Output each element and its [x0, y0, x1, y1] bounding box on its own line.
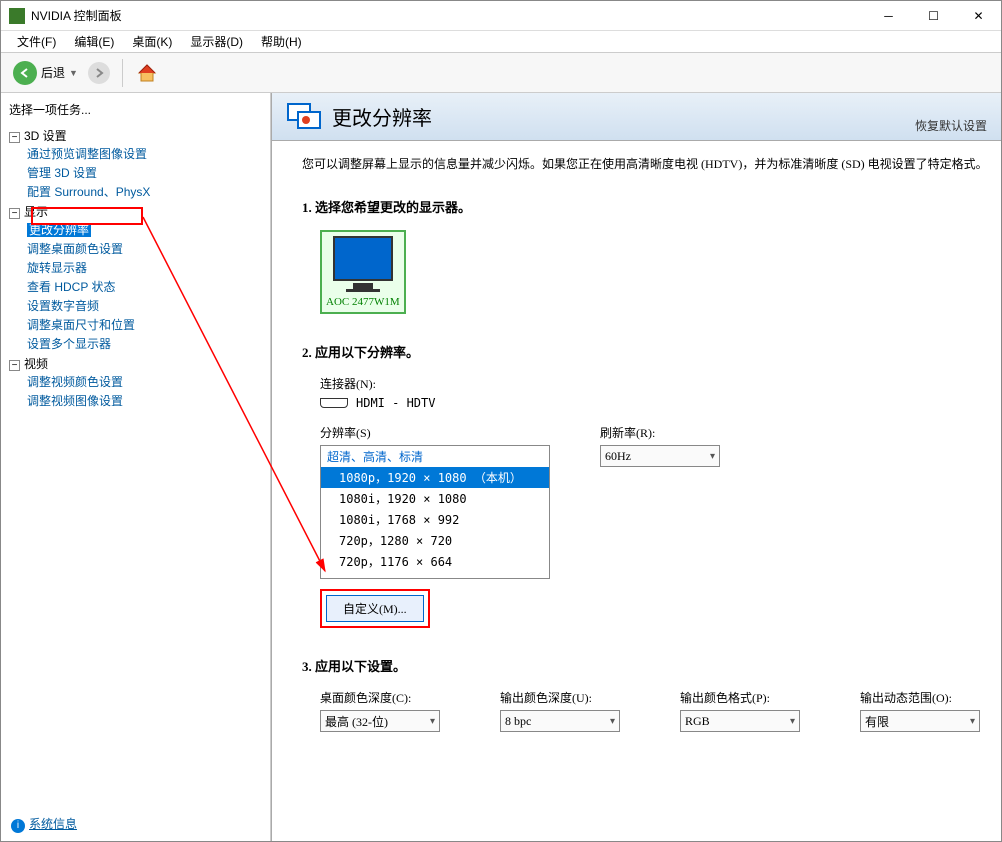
menu-file[interactable]: 文件(F)	[9, 31, 64, 52]
window-title: NVIDIA 控制面板	[31, 7, 866, 24]
connector-label: 连接器(N):	[320, 375, 997, 392]
tree-link-rotate-display[interactable]: 旋转显示器	[27, 261, 87, 275]
task-header: 选择一项任务...	[5, 99, 266, 126]
tree-toggle-video[interactable]: −	[9, 360, 20, 371]
section1-title: 1. 选择您希望更改的显示器。	[302, 197, 997, 216]
monitor-screen-icon	[333, 236, 393, 281]
resolution-item-576p[interactable]: 576p，720 × 576	[321, 572, 549, 579]
menu-help[interactable]: 帮助(H)	[253, 31, 310, 52]
back-label: 后退	[41, 64, 65, 81]
section3-title: 3. 应用以下设置。	[302, 656, 997, 675]
resolution-group-header: 超清、高清、标清	[321, 446, 549, 467]
monitor-label: AOC 2477W1M	[326, 296, 400, 308]
monitor-thumbnail[interactable]: AOC 2477W1M	[320, 230, 406, 314]
info-icon: i	[11, 819, 25, 833]
output-color-depth-dropdown[interactable]: 8 bpc ▾	[500, 710, 620, 732]
menu-display[interactable]: 显示器(D)	[182, 31, 251, 52]
tree-link-desktop-color[interactable]: 调整桌面颜色设置	[27, 242, 123, 256]
section2-title: 2. 应用以下分辨率。	[302, 342, 997, 361]
menubar: 文件(F) 编辑(E) 桌面(K) 显示器(D) 帮助(H)	[1, 31, 1001, 53]
page-title: 更改分辨率	[332, 102, 432, 131]
output-color-format-label: 输出颜色格式(P):	[680, 689, 800, 706]
task-tree-pane: 选择一项任务... −3D 设置 通过预览调整图像设置 管理 3D 设置 配置 …	[1, 93, 271, 841]
tree-link-video-image[interactable]: 调整视频图像设置	[27, 394, 123, 408]
forward-button[interactable]	[88, 62, 110, 84]
tree-link-preview-image[interactable]: 通过预览调整图像设置	[27, 147, 147, 161]
tree-toggle-3d[interactable]: −	[9, 132, 20, 143]
refresh-rate-dropdown[interactable]: 60Hz ▾	[600, 445, 720, 467]
tree-link-multi-display[interactable]: 设置多个显示器	[27, 337, 111, 351]
resolution-item-1080i-1920[interactable]: 1080i，1920 × 1080	[321, 488, 549, 509]
tree-link-video-color[interactable]: 调整视频颜色设置	[27, 375, 123, 389]
desktop-color-depth-label: 桌面颜色深度(C):	[320, 689, 440, 706]
maximize-button[interactable]: ☐	[911, 1, 956, 30]
tree-link-manage-3d[interactable]: 管理 3D 设置	[27, 166, 97, 180]
chevron-down-icon: ▾	[430, 716, 435, 727]
titlebar: NVIDIA 控制面板 ─ ☐ ✕	[1, 1, 1001, 31]
tree-link-digital-audio[interactable]: 设置数字音频	[27, 299, 99, 313]
toolbar-separator	[122, 59, 123, 87]
resolution-item-720p-1280[interactable]: 720p，1280 × 720	[321, 530, 549, 551]
home-button[interactable]	[135, 61, 159, 85]
restore-defaults-link[interactable]: 恢复默认设置	[915, 117, 987, 134]
tree-link-hdcp-status[interactable]: 查看 HDCP 状态	[27, 280, 115, 294]
page-pane: 更改分辨率 恢复默认设置 您可以调整屏幕上显示的信息量并减少闪烁。如果您正在使用…	[271, 93, 1001, 841]
close-button[interactable]: ✕	[956, 1, 1001, 30]
tree-node-display[interactable]: 显示	[24, 205, 48, 219]
resolution-item-1080p[interactable]: 1080p，1920 × 1080 （本机）	[321, 467, 549, 488]
toolbar: 后退 ▼	[1, 53, 1001, 93]
output-color-depth-label: 输出颜色深度(U):	[500, 689, 620, 706]
resolution-item-1080i-1768[interactable]: 1080i，1768 × 992	[321, 509, 549, 530]
chevron-down-icon: ▾	[610, 716, 615, 727]
task-tree: −3D 设置 通过预览调整图像设置 管理 3D 设置 配置 Surround、P…	[5, 126, 266, 411]
connector-value: HDMI - HDTV	[356, 396, 435, 410]
page-description: 您可以调整屏幕上显示的信息量并减少闪烁。如果您正在使用高清晰度电视 (HDTV)…	[302, 155, 997, 173]
tree-node-video[interactable]: 视频	[24, 357, 48, 371]
chevron-down-icon: ▾	[710, 451, 715, 462]
tree-link-surround[interactable]: 配置 Surround、PhysX	[27, 185, 150, 199]
back-button[interactable]: 后退 ▼	[9, 57, 82, 89]
system-info-link[interactable]: i系统信息	[11, 815, 77, 833]
desktop-color-depth-dropdown[interactable]: 最高 (32-位) ▾	[320, 710, 440, 732]
menu-desktop[interactable]: 桌面(K)	[124, 31, 180, 52]
output-color-format-dropdown[interactable]: RGB ▾	[680, 710, 800, 732]
resolution-listbox[interactable]: 超清、高清、标清 1080p，1920 × 1080 （本机） 1080i，19…	[320, 445, 550, 579]
output-dynamic-range-label: 输出动态范围(O):	[860, 689, 980, 706]
back-dropdown-icon: ▼	[69, 68, 78, 78]
hdmi-icon	[320, 398, 348, 408]
resolution-item-720p-1176[interactable]: 720p，1176 × 664	[321, 551, 549, 572]
page-header-icon	[286, 102, 322, 132]
custom-resolution-button[interactable]: 自定义(M)...	[326, 595, 424, 622]
tree-link-change-resolution[interactable]: 更改分辨率	[27, 223, 91, 237]
tree-link-desktop-size[interactable]: 调整桌面尺寸和位置	[27, 318, 135, 332]
minimize-button[interactable]: ─	[866, 1, 911, 30]
page-header: 更改分辨率 恢复默认设置	[272, 93, 1001, 141]
chevron-down-icon: ▾	[970, 716, 975, 727]
refresh-label: 刷新率(R):	[600, 424, 720, 441]
menu-edit[interactable]: 编辑(E)	[66, 31, 122, 52]
resolution-label: 分辨率(S)	[320, 424, 550, 441]
output-dynamic-range-dropdown[interactable]: 有限 ▾	[860, 710, 980, 732]
tree-node-3d[interactable]: 3D 设置	[24, 129, 67, 143]
back-arrow-icon	[13, 61, 37, 85]
tree-toggle-display[interactable]: −	[9, 208, 20, 219]
nvidia-app-icon	[9, 8, 25, 24]
chevron-down-icon: ▾	[790, 716, 795, 727]
